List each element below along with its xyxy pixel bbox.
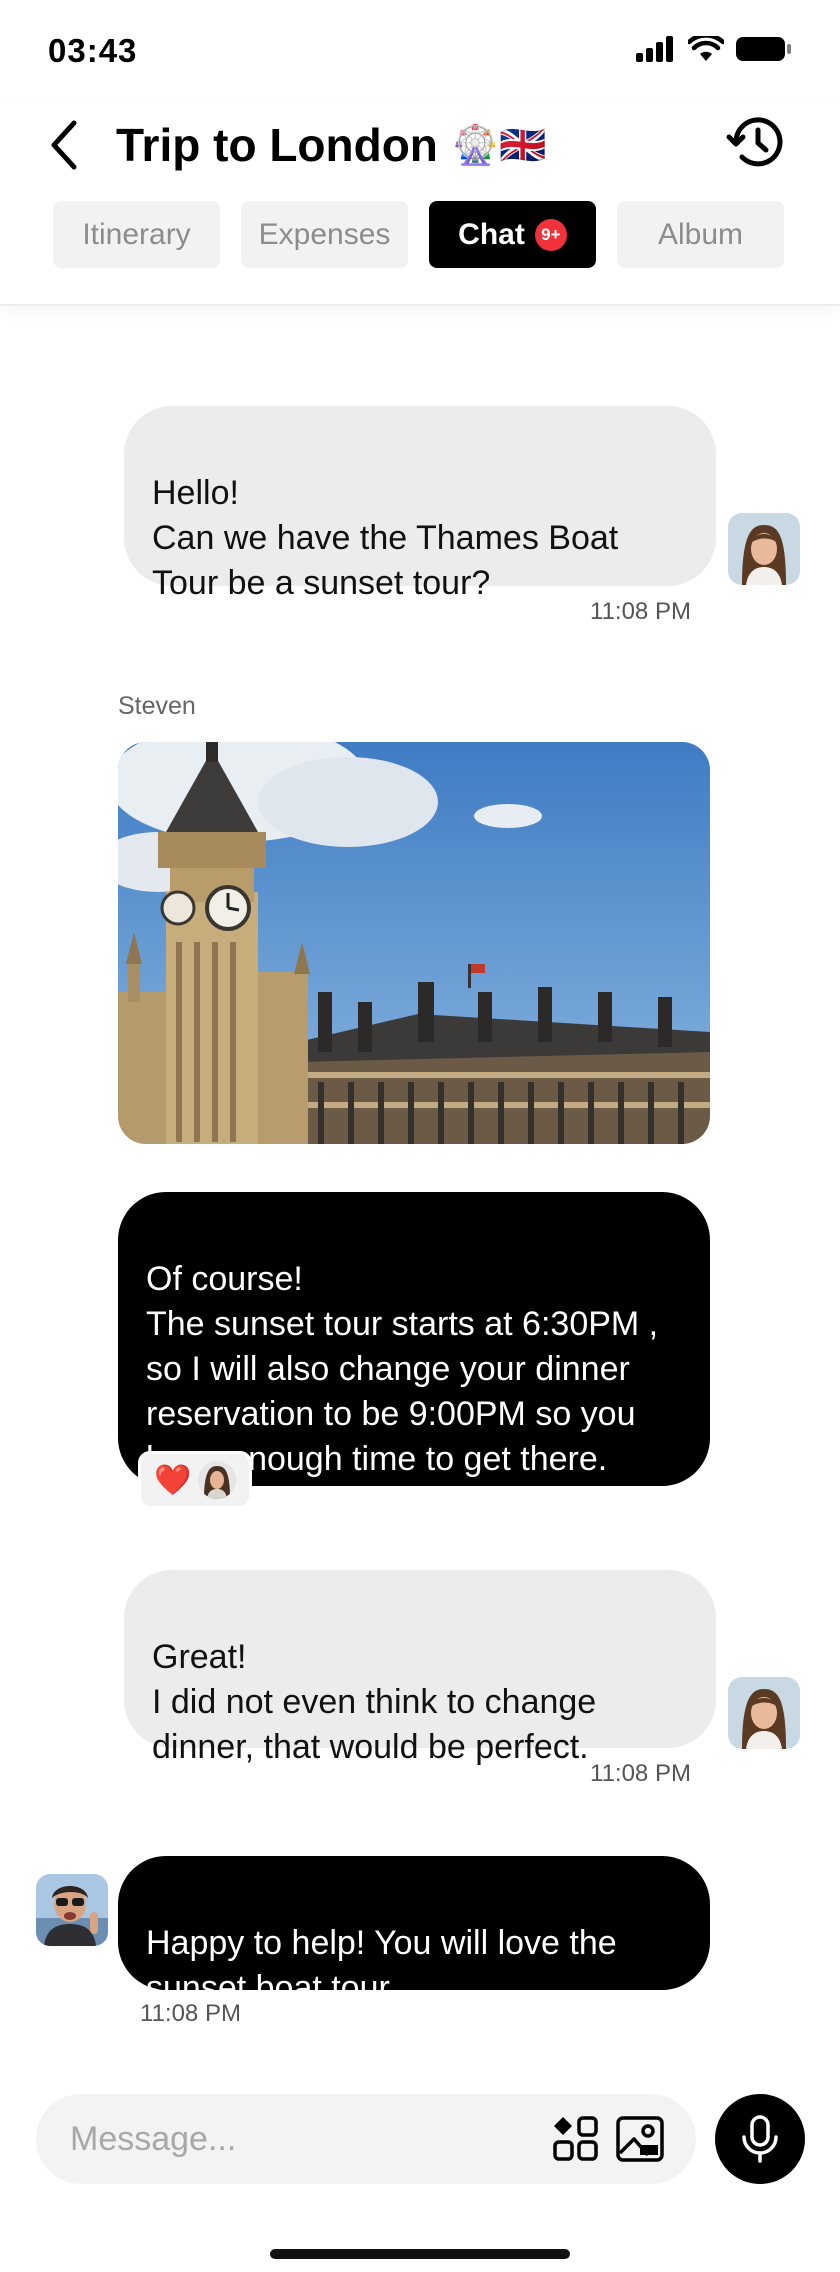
back-button[interactable] (40, 110, 88, 180)
chevron-left-icon (51, 120, 77, 170)
chat-header: Trip to London 🎡🇬🇧 Itinerary Expenses Ch… (0, 100, 840, 306)
message-composer (36, 2094, 696, 2184)
tab-chat[interactable]: Chat 9+ (429, 201, 596, 268)
status-time: 03:43 (48, 32, 138, 69)
trip-tabs: Itinerary Expenses Chat 9+ Album (53, 201, 784, 268)
apps-grid-icon (553, 2116, 598, 2161)
shared-photo-big-ben[interactable] (118, 742, 710, 1144)
message-text: Happy to help! You will love the sunset … (146, 1924, 617, 2007)
tab-album[interactable]: Album (617, 201, 784, 268)
tab-label: Expenses (258, 217, 391, 251)
message-timestamp: 11:08 PM (590, 1760, 691, 1787)
history-icon (726, 117, 783, 167)
chat-thread: Hello! Can we have the Thames Boat Tour … (0, 308, 840, 2068)
message-bubble-incoming[interactable]: Happy to help! You will love the sunset … (118, 1856, 710, 2007)
message-reactions[interactable]: ❤️ (138, 1451, 252, 1509)
tab-label: Album (657, 217, 744, 251)
apps-button[interactable] (552, 2115, 600, 2163)
home-indicator (270, 2249, 570, 2259)
image-picker-button[interactable] (616, 2115, 664, 2163)
steven-avatar[interactable] (36, 1874, 108, 1946)
message-input[interactable] (70, 2094, 510, 2184)
cellular-signal-icon (636, 36, 673, 62)
message-bubble-incoming[interactable]: Of course! The sunset tour starts at 6:3… (118, 1192, 710, 1486)
reactor-avatar (197, 1461, 236, 1499)
trip-title: Trip to London (116, 119, 438, 171)
wifi-icon (688, 36, 724, 61)
message-timestamp: 11:08 PM (140, 2000, 241, 2027)
user-avatar[interactable] (728, 513, 800, 585)
heart-reaction-icon: ❤️ (154, 1462, 192, 1498)
message-text: Great! I did not even think to change di… (152, 1638, 597, 1766)
message-text: Of course! The sunset tour starts at 6:3… (146, 1260, 659, 1478)
battery-icon (736, 37, 791, 61)
message-timestamp: 11:08 PM (590, 598, 691, 625)
microphone-icon (742, 2115, 778, 2163)
page-title: Trip to London 🎡🇬🇧 (116, 110, 547, 180)
message-bubble-outgoing[interactable]: Hello! Can we have the Thames Boat Tour … (124, 406, 716, 602)
history-button[interactable] (720, 106, 792, 178)
voice-message-button[interactable] (715, 2094, 805, 2184)
title-emoji: 🎡🇬🇧 (451, 122, 547, 167)
image-icon (616, 2116, 664, 2162)
tab-itinerary[interactable]: Itinerary (53, 201, 220, 268)
status-bar: 03:43 (0, 0, 840, 100)
sender-name: Steven (118, 692, 196, 720)
status-icons (636, 36, 792, 62)
unread-badge: 9+ (534, 218, 567, 251)
user-avatar[interactable] (728, 1677, 800, 1749)
message-text: Hello! Can we have the Thames Boat Tour … (152, 474, 619, 602)
tab-label: Chat (458, 217, 525, 251)
message-bubble-outgoing[interactable]: Great! I did not even think to change di… (124, 1570, 716, 1766)
tab-expenses[interactable]: Expenses (241, 201, 408, 268)
tab-label: Itinerary (82, 217, 191, 251)
